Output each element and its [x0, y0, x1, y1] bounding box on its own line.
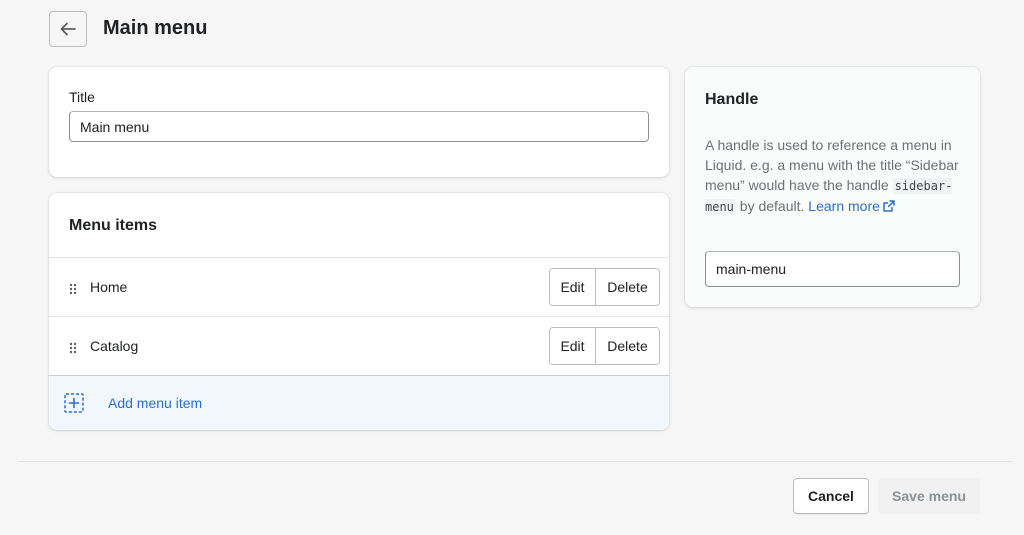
- drag-handle-icon[interactable]: [69, 341, 77, 354]
- cancel-button[interactable]: Cancel: [793, 478, 869, 514]
- edit-button[interactable]: Edit: [550, 269, 596, 305]
- learn-more-link[interactable]: Learn more: [808, 198, 895, 214]
- menu-items-heading: Menu items: [69, 217, 158, 234]
- footer-divider: [18, 461, 1012, 462]
- handle-input[interactable]: main-menu: [705, 251, 960, 287]
- arrow-left-icon: [60, 22, 76, 36]
- save-menu-button[interactable]: Save menu: [878, 478, 980, 514]
- external-link-icon: [883, 197, 895, 217]
- menu-item-actions: Edit Delete: [549, 327, 660, 365]
- handle-heading: Handle: [705, 91, 759, 108]
- handle-card: Handle A handle is used to reference a m…: [685, 67, 980, 307]
- drag-handle-icon[interactable]: [69, 282, 77, 295]
- delete-button[interactable]: Delete: [596, 269, 659, 305]
- add-square-icon: [64, 393, 84, 413]
- menu-item-label: Catalog: [90, 338, 139, 354]
- menu-items-card: Menu items Home Edit Delete Catalog Edit…: [49, 193, 669, 430]
- menu-item-row-home: Home Edit Delete: [49, 257, 669, 316]
- title-input[interactable]: Main menu: [69, 111, 649, 142]
- menu-item-row-catalog: Catalog Edit Delete: [49, 316, 669, 375]
- title-label: Title: [69, 89, 95, 105]
- handle-input-value: main-menu: [716, 261, 787, 277]
- edit-button[interactable]: Edit: [550, 328, 596, 364]
- menu-item-label: Home: [90, 279, 128, 295]
- handle-description: A handle is used to reference a menu in …: [705, 135, 967, 217]
- learn-more-label: Learn more: [808, 198, 880, 214]
- title-input-value: Main menu: [80, 118, 150, 135]
- menu-item-actions: Edit Delete: [549, 268, 660, 306]
- delete-button[interactable]: Delete: [596, 328, 659, 364]
- add-menu-item-button[interactable]: Add menu item: [49, 375, 669, 430]
- page-title: Main menu: [103, 17, 208, 39]
- add-menu-item-label: Add menu item: [108, 395, 203, 411]
- title-card: Title Main menu: [49, 67, 669, 177]
- back-button[interactable]: [49, 11, 87, 47]
- handle-description-suffix: by default.: [735, 198, 809, 214]
